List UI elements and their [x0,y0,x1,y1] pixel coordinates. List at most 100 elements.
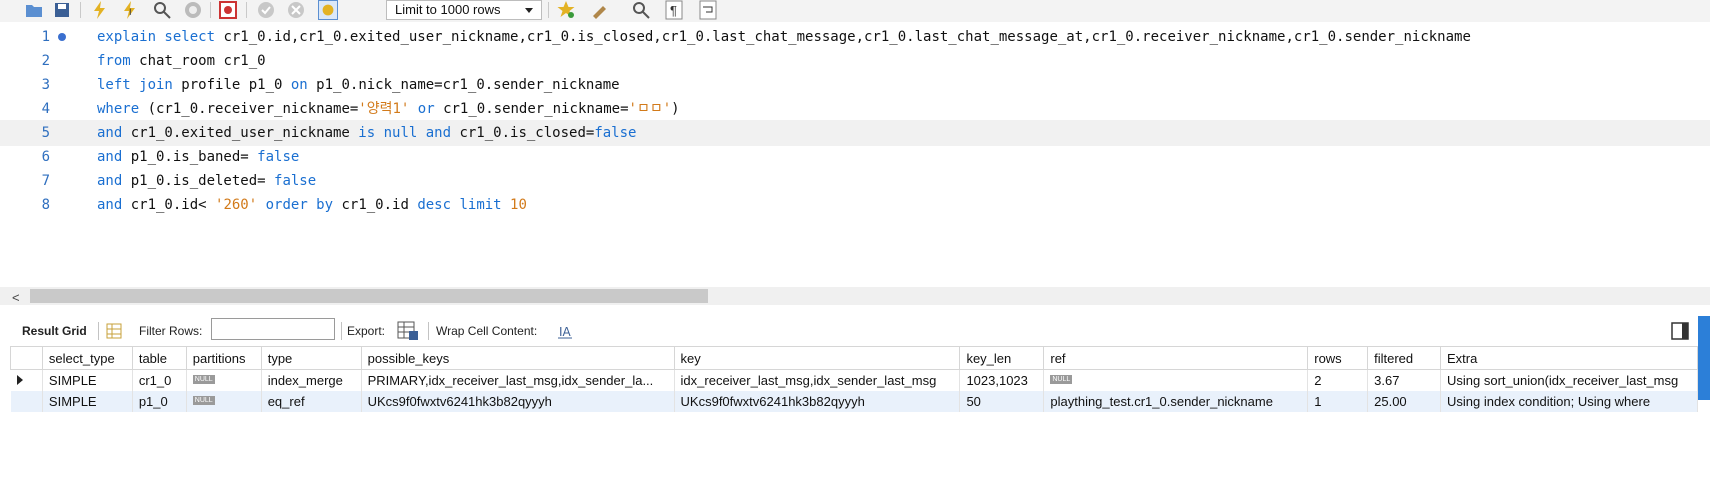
code-token: false [274,173,317,189]
toolbar-divider [428,322,429,340]
explain-icon[interactable] [152,0,172,20]
code-token: 10 [510,197,527,213]
table-cell[interactable]: 1023,1023 [959,369,1045,391]
column-header-filtered[interactable]: filtered [1367,346,1442,370]
rollback-icon[interactable] [286,0,306,20]
table-row[interactable]: SIMPLE p1_0 NULL eq_ref UKcs9f0fwxtv6241hk3b… [10,391,1698,412]
autocommit-icon[interactable] [318,0,338,20]
code-token: on [290,77,317,93]
scrollbar-thumb[interactable] [30,289,708,303]
sql-editor[interactable]: 1 explain select cr1_0.id,cr1_0.exited_us… [0,24,1710,286]
table-cell[interactable]: Using index condition; Using where [1440,391,1698,412]
column-header-possible-keys[interactable]: possible_keys [360,346,675,370]
table-cell[interactable]: UKcs9f0fwxtv6241hk3b82qyyyh [361,391,675,412]
limit-rows-select[interactable]: Limit to 1000 rows [386,0,542,20]
table-cell[interactable]: UKcs9f0fwxtv6241hk3b82qyyyh [674,391,961,412]
execute-icon[interactable] [90,0,110,20]
column-header-key-len[interactable]: key_len [959,346,1045,370]
code-token: (cr1_0.receiver_nickname= [147,101,359,117]
stop-icon[interactable] [183,0,203,20]
column-header-extra[interactable]: Extra [1440,346,1698,370]
code-line[interactable]: 7 and p1_0.is_deleted= false [0,168,1710,194]
code-text: and cr1_0.exited_user_nickname is null a… [97,120,636,146]
code-line[interactable]: 8 and cr1_0.id< '260' order by cr1_0.id d… [0,192,1710,218]
wrap-icon[interactable] [698,0,718,20]
stop-on-error-icon[interactable] [218,0,238,20]
code-token: p1_0.is_deleted= [130,173,275,189]
table-cell[interactable]: PRIMARY,idx_receiver_last_msg,idx_sender… [361,369,675,391]
editor-horizontal-scrollbar[interactable]: < [0,287,1710,305]
table-cell[interactable]: 3.67 [1367,369,1442,391]
table-row[interactable]: SIMPLE cr1_0 NULL index_merge PRIMARY,idx_re… [10,369,1698,391]
code-line[interactable]: 3 left join profile p1_0 on p1_0.nick_nam… [0,72,1710,98]
code-line[interactable]: 6 and p1_0.is_baned= false [0,144,1710,170]
toolbar-divider [98,322,99,340]
column-header-partitions[interactable]: partitions [185,346,262,370]
line-number: 6 [41,149,50,165]
column-header-table[interactable]: table [131,346,187,370]
code-line[interactable]: 2 from chat_room cr1_0 [0,48,1710,74]
line-number: 2 [41,53,50,69]
table-cell[interactable]: idx_receiver_last_msg,idx_sender_last_ms… [674,369,961,391]
line-number: 5 [41,125,50,141]
table-cell[interactable]: SIMPLE [42,369,133,391]
toggle-panel-icon[interactable] [1671,322,1689,340]
code-token: and [97,173,131,189]
table-cell[interactable]: NULL [186,369,262,391]
row-selector[interactable] [10,369,43,391]
wrap-cell-icon[interactable]: IA [557,323,573,339]
code-token: and [97,125,131,141]
table-cell[interactable]: cr1_0 [132,369,187,391]
table-cell[interactable]: SIMPLE [42,391,133,412]
result-grid-tab[interactable]: Result Grid [22,318,87,344]
code-line[interactable]: 1 explain select cr1_0.id,cr1_0.exited_us… [0,24,1710,50]
column-header-rows[interactable]: rows [1307,346,1369,370]
table-cell[interactable]: 1 [1307,391,1369,412]
code-token: explain select [97,29,224,45]
side-panel-tab[interactable] [1698,316,1710,400]
add-snippet-icon[interactable] [556,0,576,20]
table-cell[interactable]: 50 [959,391,1045,412]
column-header-type[interactable]: type [260,346,362,370]
row-selector-header[interactable] [10,346,43,370]
scroll-left-arrow-icon[interactable]: < [12,290,20,305]
table-cell[interactable]: p1_0 [132,391,187,412]
code-token: cr1_0.id< [130,197,216,213]
grid-view-icon[interactable] [106,323,122,339]
export-icon[interactable] [397,321,419,341]
code-line[interactable]: 5 and cr1_0.exited_user_nickname is null … [0,120,1710,146]
code-token: false [257,149,300,165]
table-cell[interactable]: 2 [1307,369,1369,391]
code-text: where (cr1_0.receiver_nickname='양력1' or … [97,96,680,122]
column-header-key[interactable]: key [673,346,961,370]
export-label: Export: [347,324,386,338]
find-icon[interactable] [631,0,651,20]
invisible-chars-icon[interactable]: ¶ [664,0,684,20]
code-token: '260' [215,197,258,213]
row-selector[interactable] [10,391,43,412]
code-token: desc limit [417,197,511,213]
table-cell[interactable]: 25.00 [1367,391,1442,412]
table-cell[interactable]: NULL [1043,369,1309,391]
filter-rows-label: Filter Rows: [139,324,203,338]
save-icon[interactable] [52,0,72,20]
table-cell[interactable]: Using sort_union(idx_receiver_last_msg [1440,369,1698,391]
execute-current-icon[interactable]: I [120,0,140,20]
table-cell[interactable]: index_merge [261,369,362,391]
open-folder-icon[interactable] [24,0,44,20]
commit-icon[interactable] [256,0,276,20]
filter-rows-input[interactable] [211,318,335,340]
code-line[interactable]: 4 where (cr1_0.receiver_nickname='양력1' or… [0,96,1710,122]
code-token: cr1_0.is_closed= [459,125,595,141]
current-row-arrow-icon [16,375,23,385]
table-cell[interactable]: NULL [186,391,262,412]
code-token: is null and [358,125,460,141]
column-header-select-type[interactable]: select_type [41,346,133,370]
table-cell[interactable]: plaything_test.cr1_0.sender_nickname [1043,391,1309,412]
column-header-ref[interactable]: ref [1043,346,1309,370]
code-token: cr1_0.exited_user_nickname [130,125,359,141]
beautify-icon[interactable] [590,0,610,20]
table-cell[interactable]: eq_ref [261,391,362,412]
